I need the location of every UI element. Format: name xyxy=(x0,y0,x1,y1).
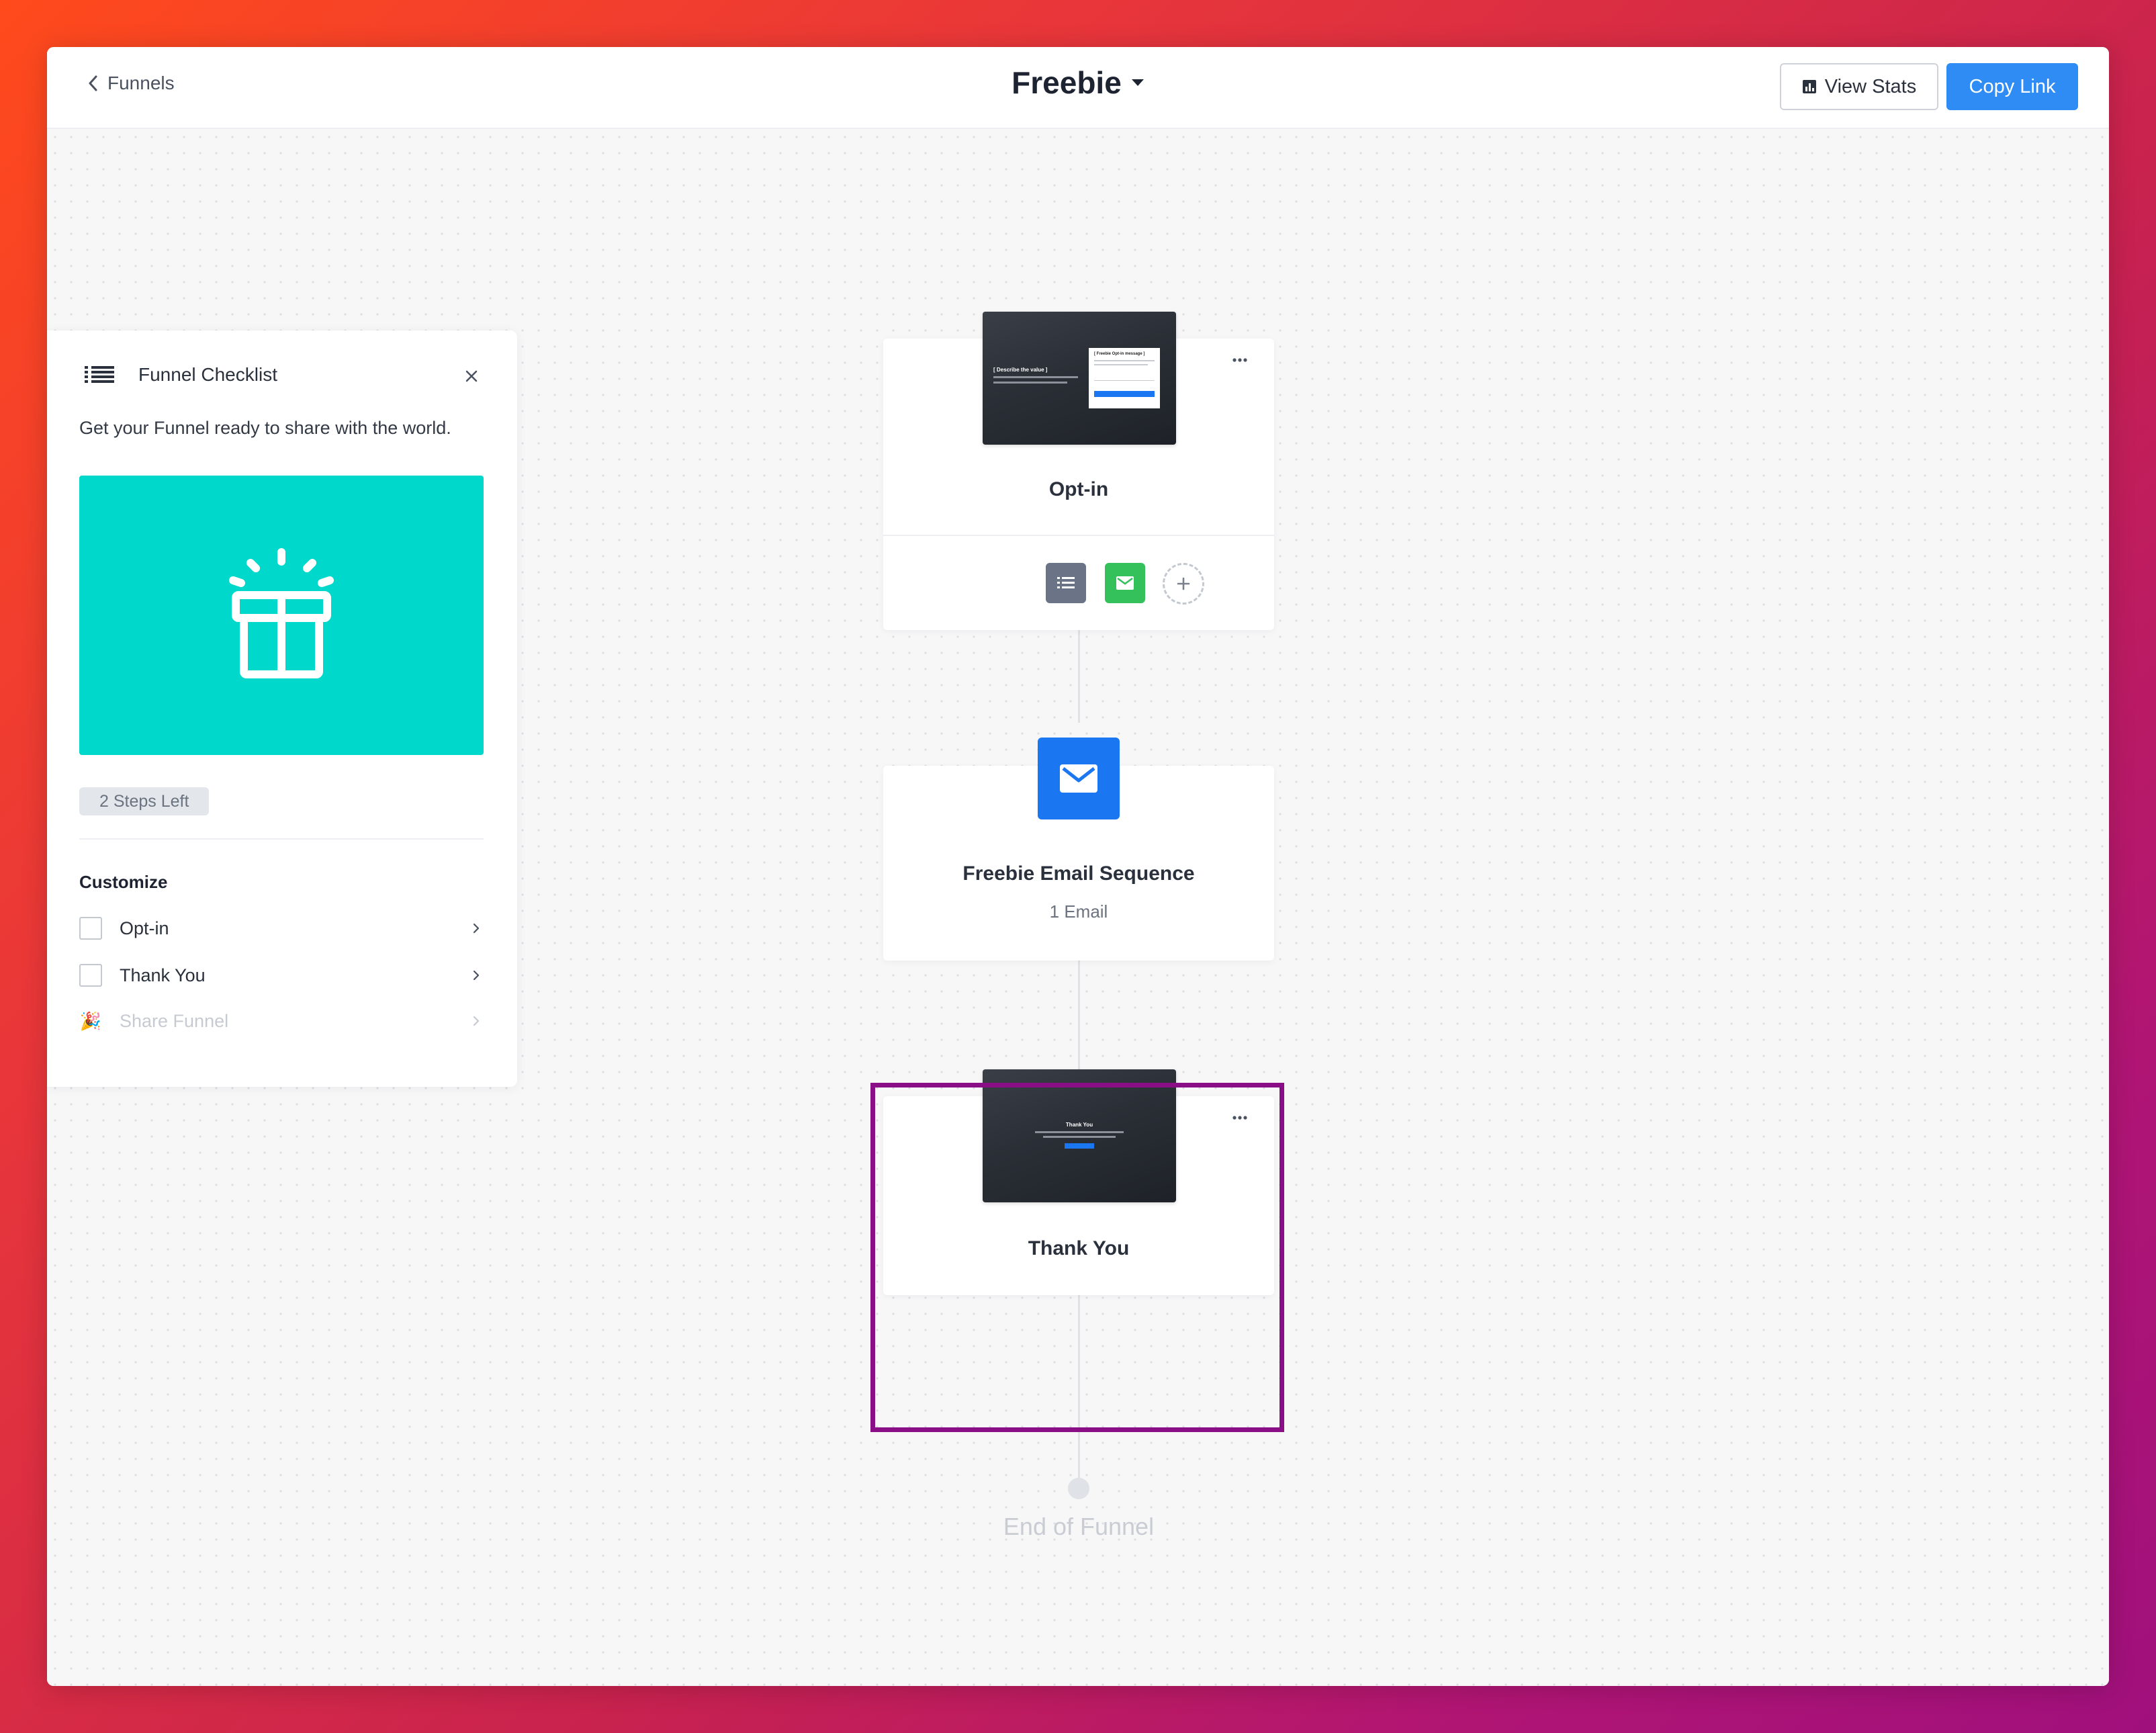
checklist-item-opt-in[interactable]: Opt-in xyxy=(79,914,484,943)
list-icon xyxy=(1057,577,1075,588)
checklist-item-label: Share Funnel xyxy=(120,1010,229,1031)
thumbnail-text-line xyxy=(1094,364,1148,365)
chevron-right-icon xyxy=(473,1016,480,1026)
chevron-right-icon xyxy=(473,970,480,981)
checklist-item-label: Thank You xyxy=(120,965,206,985)
bar-chart-icon xyxy=(1802,80,1816,93)
connector-line xyxy=(1078,629,1080,723)
thumbnail-text-line xyxy=(993,376,1078,378)
funnel-checklist-panel: Funnel Checklist Get your Funnel ready t… xyxy=(47,330,517,1087)
email-action-button[interactable] xyxy=(1105,563,1145,603)
more-options-icon[interactable] xyxy=(1232,357,1247,363)
step-label: Opt-in xyxy=(1048,478,1109,500)
connector-line xyxy=(1078,959,1080,1069)
thumbnail-button xyxy=(1094,391,1155,397)
thumbnail-input xyxy=(1094,375,1155,381)
selection-highlight xyxy=(870,1083,1284,1432)
checklist-title: Funnel Checklist xyxy=(138,364,277,385)
divider xyxy=(79,838,484,840)
checkbox[interactable] xyxy=(79,964,102,987)
copy-link-button[interactable]: Copy Link xyxy=(1946,63,2078,110)
email-count: 1 Email xyxy=(1049,901,1108,922)
opt-in-page-thumbnail[interactable]: [ Describe the value ] [ Freebie Opt-in … xyxy=(983,312,1176,445)
chevron-right-icon xyxy=(473,923,480,934)
checklist-item-share-funnel: 🎉 Share Funnel xyxy=(79,1006,484,1036)
step-label: Freebie Email Sequence xyxy=(962,862,1195,885)
page-title: Freebie xyxy=(1012,65,1122,100)
list-icon xyxy=(85,366,114,383)
envelope-icon xyxy=(1116,576,1134,590)
end-of-funnel-label: End of Funnel xyxy=(1003,1513,1155,1540)
thumbnail-heading: [ Describe the value ] xyxy=(993,367,1048,373)
envelope-icon xyxy=(1060,764,1097,793)
close-icon[interactable] xyxy=(465,369,478,383)
app-window: Funnels Freebie View Stats Copy Link Fun… xyxy=(47,47,2109,1686)
thumbnail-text-line xyxy=(1094,360,1155,361)
thumbnail-text-line xyxy=(993,382,1067,384)
view-stats-label: View Stats xyxy=(1824,75,1917,97)
copy-link-label: Copy Link xyxy=(1969,75,2056,97)
funnel-title-dropdown[interactable]: Freebie xyxy=(1012,64,1144,101)
checklist-item-thank-you[interactable]: Thank You xyxy=(79,961,484,990)
funnel-canvas: Funnel Checklist Get your Funnel ready t… xyxy=(47,129,2109,1686)
plus-icon xyxy=(1177,577,1190,590)
end-of-funnel-dot xyxy=(1068,1478,1089,1499)
thumbnail-form-title: [ Freebie Opt-in message ] xyxy=(1094,352,1145,356)
checkbox[interactable] xyxy=(79,917,102,940)
divider xyxy=(883,535,1274,536)
section-title-customize: Customize xyxy=(79,872,168,892)
add-action-button[interactable] xyxy=(1163,563,1204,605)
list-action-button[interactable] xyxy=(1046,563,1086,603)
email-sequence-icon-tile xyxy=(1038,738,1120,819)
top-bar: Funnels Freebie View Stats Copy Link xyxy=(47,47,2109,129)
checklist-description: Get your Funnel ready to share with the … xyxy=(79,418,451,438)
view-stats-button[interactable]: View Stats xyxy=(1780,63,1938,110)
party-popper-icon: 🎉 xyxy=(79,1010,102,1031)
caret-down-icon xyxy=(1131,79,1144,86)
checklist-item-label: Opt-in xyxy=(120,918,169,938)
steps-left-badge: 2 Steps Left xyxy=(79,787,210,815)
thumbnail-form: [ Freebie Opt-in message ] xyxy=(1089,348,1160,408)
checklist-hero-banner xyxy=(79,476,484,755)
gift-icon xyxy=(229,548,334,678)
